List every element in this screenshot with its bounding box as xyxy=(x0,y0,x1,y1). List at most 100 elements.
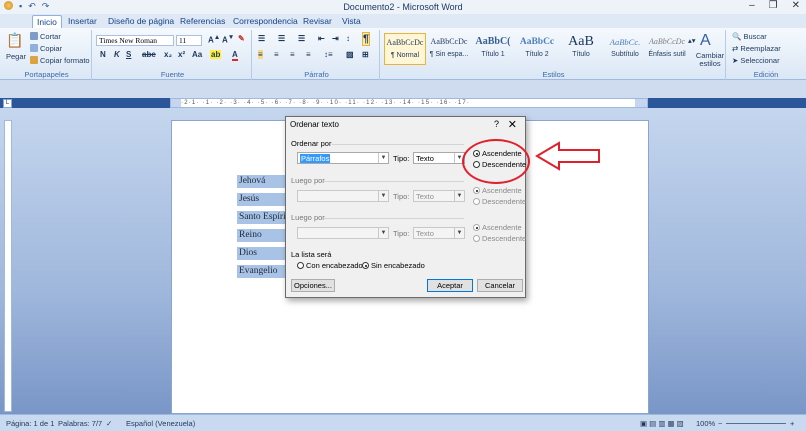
language[interactable]: Español (Venezuela) xyxy=(126,419,195,428)
vertical-ruler[interactable] xyxy=(4,120,12,412)
tab-revisar[interactable]: Revisar xyxy=(299,15,336,28)
style-no-spacing[interactable]: AaBbCcDc ¶ Sin espa... xyxy=(428,33,470,65)
change-styles-icon[interactable]: A xyxy=(700,32,711,50)
ok-button[interactable]: Aceptar xyxy=(427,279,473,292)
style-heading-2[interactable]: AaBbCc Título 2 xyxy=(516,33,558,65)
bullets-icon[interactable]: ☰ xyxy=(258,34,265,43)
then-by-type-select-2[interactable]: Texto ▼ xyxy=(413,227,465,239)
shading-icon[interactable]: ▨ xyxy=(346,50,354,59)
minimize-icon[interactable]: – xyxy=(749,0,755,11)
cut-button[interactable]: Cortar xyxy=(30,32,61,41)
replace-button[interactable]: ⇄ Reemplazar xyxy=(732,44,781,53)
shrink-font-icon[interactable]: A▼ xyxy=(222,34,234,45)
style-heading-1[interactable]: AaBbC(Título 1 xyxy=(472,33,514,65)
find-label: Buscar xyxy=(743,32,767,41)
increase-indent-icon[interactable]: ⇥ xyxy=(332,34,339,43)
status-bar: Página: 1 de 1 Palabras: 7/7 ✓ Español (… xyxy=(0,414,806,431)
decrease-indent-icon[interactable]: ⇤ xyxy=(318,34,325,43)
editing-group-label: Edición xyxy=(753,70,779,79)
font-size-combo[interactable]: 11 xyxy=(176,35,202,46)
underline-button[interactable]: S xyxy=(126,50,131,59)
style-sample: AaBbC( xyxy=(475,36,511,47)
copy-button[interactable]: Copiar xyxy=(30,44,62,53)
find-button[interactable]: 🔍 Buscar xyxy=(732,32,767,41)
font-color-icon[interactable]: A xyxy=(232,50,238,61)
bold-button[interactable]: N xyxy=(100,50,106,59)
italic-button[interactable]: K xyxy=(114,50,120,59)
then-by-type-select[interactable]: Texto ▼ xyxy=(413,190,465,202)
sort-by-select[interactable]: Párrafos ▼ xyxy=(297,152,389,164)
style-subtle-emphasis[interactable]: AaBbCcDc Énfasis sutil xyxy=(646,33,688,65)
grow-font-icon[interactable]: A▲ xyxy=(208,34,220,45)
then-by-select[interactable]: ▼ xyxy=(297,190,389,202)
chevron-down-icon: ▼ xyxy=(454,191,464,201)
close-icon[interactable]: ✕ xyxy=(508,118,517,131)
then-descending-radio[interactable]: Descendente xyxy=(473,197,526,206)
chevron-down-icon: ▼ xyxy=(378,153,388,163)
paste-button[interactable]: Pegar xyxy=(6,52,26,61)
proofing-icon[interactable]: ✓ xyxy=(106,419,112,428)
style-normal[interactable]: AaBbCcDc ¶ Normal xyxy=(384,33,426,65)
show-marks-icon[interactable]: ¶ xyxy=(362,32,371,46)
style-title[interactable]: AaB Título xyxy=(560,33,602,65)
zoom-out-icon[interactable]: − xyxy=(718,419,722,428)
without-header-radio[interactable]: Sin encabezado xyxy=(362,261,425,270)
type-value: Texto xyxy=(416,154,434,163)
then-by-select-2[interactable]: ▼ xyxy=(297,227,389,239)
tab-referencias[interactable]: Referencias xyxy=(176,15,229,28)
tab-correspondencia[interactable]: Correspondencia xyxy=(229,15,302,28)
horizontal-ruler[interactable]: ·2·1· ·1· ·2· ·3· ·4· ·5· ·6· ·7· ·8· ·9… xyxy=(170,98,648,108)
change-case-icon[interactable]: Aa xyxy=(192,50,202,59)
format-painter-button[interactable]: Copiar formato xyxy=(30,56,90,65)
with-header-radio[interactable]: Con encabezado xyxy=(297,261,363,270)
multilevel-list-icon[interactable]: ☰ xyxy=(298,34,305,43)
change-styles-button[interactable]: Cambiar estilos xyxy=(695,52,725,68)
ribbon-tabs: Inicio Insertar Diseño de página Referen… xyxy=(0,14,806,28)
paragraph-group: ☰ ☰ ☰ ⇤ ⇥ ↕ ¶ ≡ ≡ ≡ ≡ ↕≡ ▨ ⊞ Párrafo xyxy=(254,30,380,80)
clear-format-icon[interactable]: ✎ xyxy=(238,34,245,43)
zoom-in-icon[interactable]: + xyxy=(790,419,794,428)
numbering-icon[interactable]: ☰ xyxy=(278,34,285,43)
then-ascending-radio[interactable]: Ascendente xyxy=(473,186,522,195)
help-icon[interactable]: ? xyxy=(494,119,499,129)
highlight-icon[interactable]: ab xyxy=(210,50,222,59)
zoom-slider[interactable] xyxy=(726,423,786,424)
tab-vista[interactable]: Vista xyxy=(338,15,365,28)
select-button[interactable]: ➤ Seleccionar xyxy=(732,56,780,65)
type-label: Tipo: xyxy=(393,192,410,201)
align-right-icon[interactable]: ≡ xyxy=(290,50,295,59)
page-count[interactable]: Página: 1 de 1 xyxy=(6,419,54,428)
view-buttons[interactable]: ▣ ▤ ▥ ▦ ▧ xyxy=(640,419,684,428)
editing-group: 🔍 Buscar ⇄ Reemplazar ➤ Seleccionar Edic… xyxy=(728,30,804,80)
options-button[interactable]: Opciones... xyxy=(291,279,335,292)
strikethrough-icon[interactable]: abe xyxy=(142,50,156,59)
sort-icon[interactable]: ↕ xyxy=(346,34,350,43)
divider xyxy=(324,181,464,182)
justify-icon[interactable]: ≡ xyxy=(306,50,311,59)
copy-icon xyxy=(30,44,38,52)
align-center-icon[interactable]: ≡ xyxy=(274,50,279,59)
borders-icon[interactable]: ⊞ xyxy=(362,50,369,59)
style-subtitle[interactable]: AaBbCc. Subtítulo xyxy=(604,33,646,65)
tab-selector-icon[interactable]: L xyxy=(3,99,12,108)
tab-diseno-de-pagina[interactable]: Diseño de página xyxy=(104,15,178,28)
tab-inicio[interactable]: Inicio xyxy=(32,15,62,28)
close-icon[interactable]: ✕ xyxy=(792,0,800,11)
tab-insertar[interactable]: Insertar xyxy=(64,15,101,28)
subscript-icon[interactable]: x₂ xyxy=(164,50,172,59)
superscript-icon[interactable]: x² xyxy=(178,50,185,59)
styles-scroll-icon[interactable]: ▴▾ xyxy=(688,36,696,45)
font-name-combo[interactable]: Times New Roman xyxy=(96,35,174,46)
type-select[interactable]: Texto ▼ xyxy=(413,152,465,164)
cancel-button[interactable]: Cancelar xyxy=(477,279,523,292)
then2-descending-radio[interactable]: Descendente xyxy=(473,234,526,243)
zoom-level[interactable]: 100% xyxy=(696,419,715,428)
line-spacing-icon[interactable]: ↕≡ xyxy=(324,50,333,59)
style-name: Título xyxy=(572,51,590,58)
align-left-icon[interactable]: ≡ xyxy=(258,50,263,59)
then2-ascending-radio[interactable]: Ascendente xyxy=(473,223,522,232)
restore-icon[interactable]: ❐ xyxy=(769,0,778,11)
word-count[interactable]: Palabras: 7/7 xyxy=(58,419,102,428)
paste-icon[interactable]: 📋 xyxy=(6,32,23,49)
dialog-title: Ordenar texto xyxy=(290,120,339,129)
